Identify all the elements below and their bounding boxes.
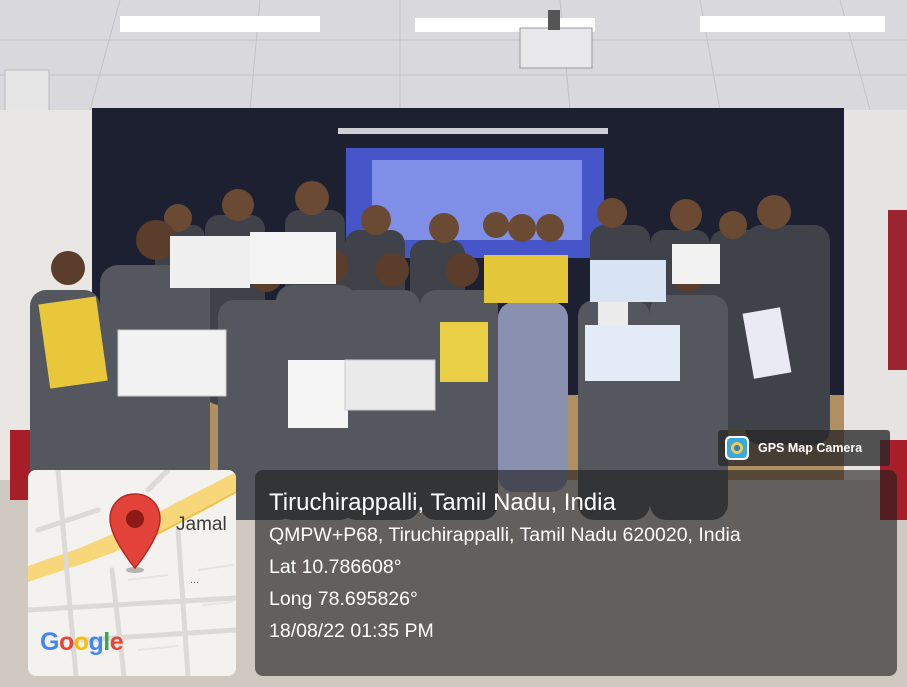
latitude-text: Lat 10.786608° [269,556,402,578]
geotagged-photo: GPS Map Camera Jamal ... Google Tiruchir… [0,0,907,687]
location-title: Tiruchirappalli, Tamil Nadu, India [269,489,616,516]
map-place-label: Jamal [176,514,227,535]
google-logo: Google [40,628,124,657]
map-thumbnail: Jamal ... Google [28,470,236,676]
location-pin-icon [109,493,161,573]
timestamp-text: 18/08/22 01:35 PM [269,620,434,642]
map-camera-app-icon [725,436,749,460]
longitude-text: Long 78.695826° [269,588,418,610]
location-info-panel: Tiruchirappalli, Tamil Nadu, India QMPW+… [255,470,897,676]
app-name-label: GPS Map Camera [758,441,863,455]
address-text: QMPW+P68, Tiruchirappalli, Tamil Nadu 62… [269,524,741,546]
google-logo-letter: g [88,628,104,656]
gps-map-camera-badge: GPS Map Camera [718,430,890,466]
google-logo-letter: o [58,628,74,656]
map-ellipsis: ... [190,574,200,586]
google-logo-letter: e [109,628,124,656]
google-logo-letter: o [73,628,89,656]
google-logo-letter: G [40,628,59,656]
